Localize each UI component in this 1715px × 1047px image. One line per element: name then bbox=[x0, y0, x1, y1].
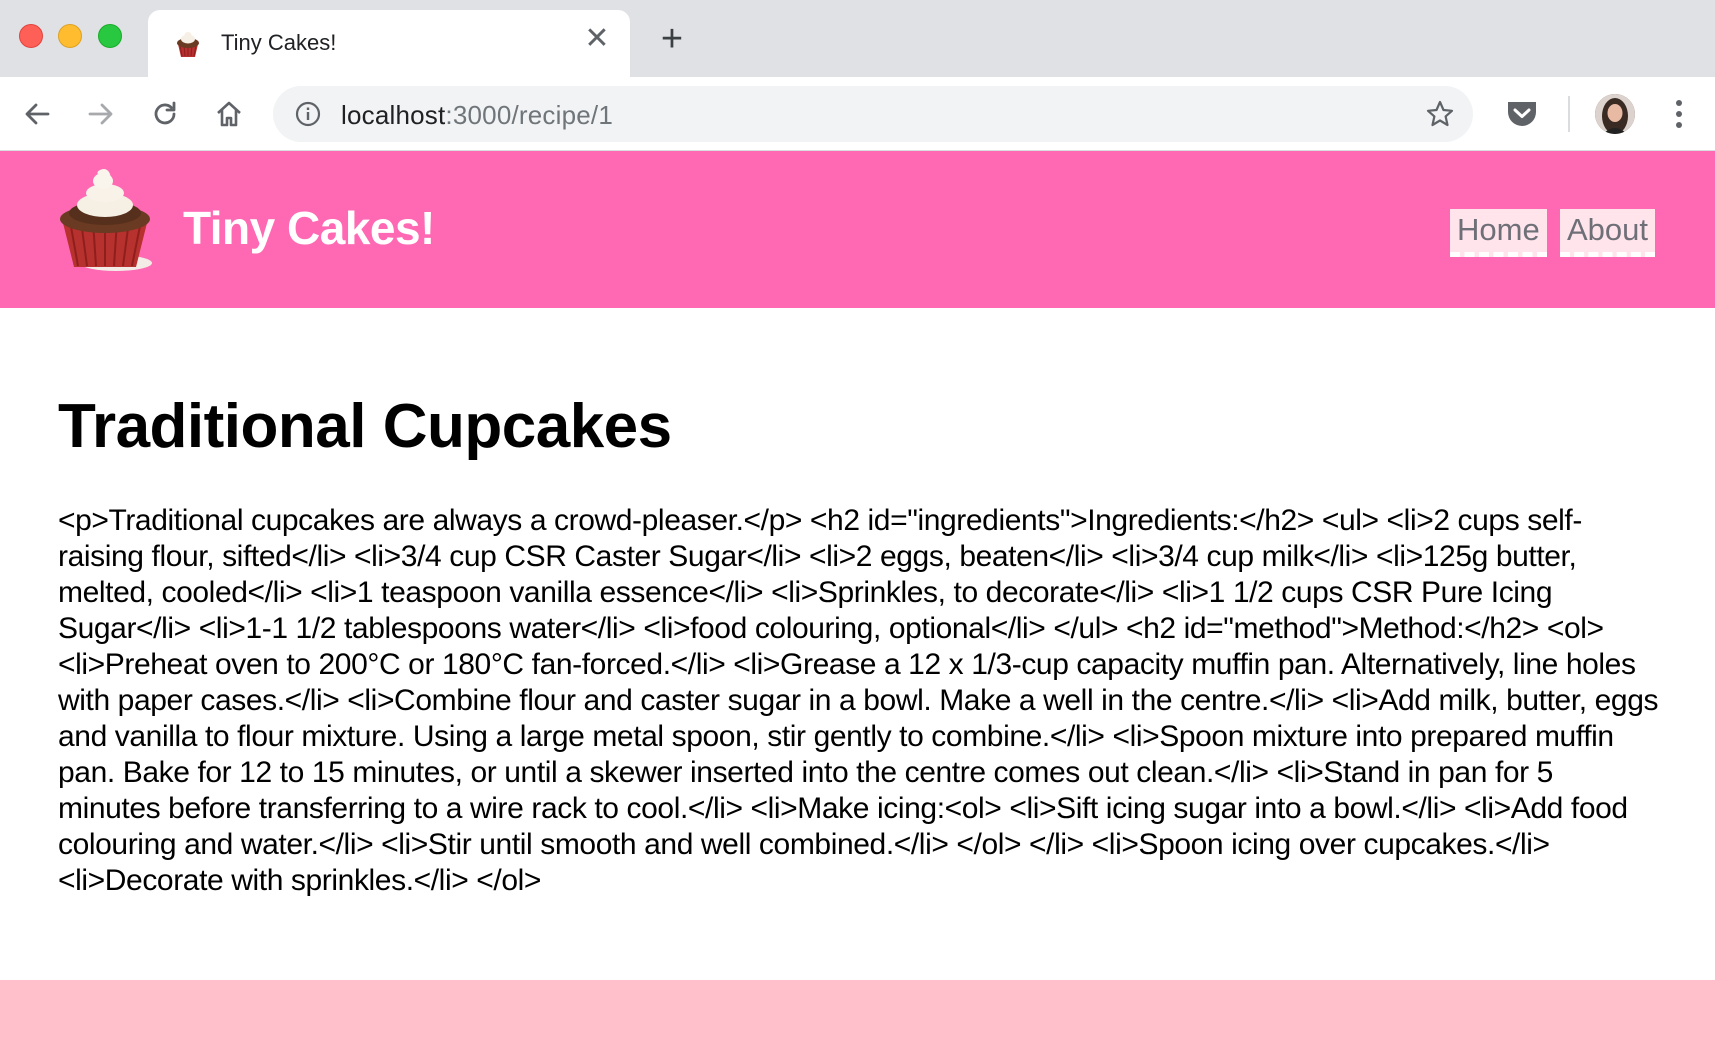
browser-tab[interactable]: Tiny Cakes! ✕ bbox=[148, 10, 630, 77]
address-bar[interactable]: localhost:3000/recipe/1 bbox=[273, 86, 1473, 142]
bookmark-star-icon[interactable] bbox=[1425, 99, 1455, 129]
home-icon bbox=[217, 101, 241, 127]
new-tab-button[interactable]: + bbox=[654, 20, 690, 58]
cupcake-favicon-icon bbox=[177, 32, 199, 57]
window-close-button[interactable] bbox=[19, 24, 43, 48]
url-host: localhost bbox=[341, 100, 446, 130]
tab-title: Tiny Cakes! bbox=[221, 30, 337, 55]
profile-photo-icon bbox=[1595, 94, 1635, 134]
site-title[interactable]: Tiny Cakes! bbox=[183, 201, 435, 255]
browser-toolbar: localhost:3000/recipe/1 bbox=[0, 77, 1715, 151]
reload-button[interactable] bbox=[145, 94, 185, 134]
info-icon[interactable] bbox=[295, 101, 321, 127]
recipe-content: Traditional Cupcakes <p>Traditional cupc… bbox=[58, 395, 1658, 899]
browser-tab-strip: Tiny Cakes! ✕ + bbox=[0, 0, 1715, 77]
toolbar-divider bbox=[1568, 96, 1570, 132]
window-zoom-button[interactable] bbox=[98, 24, 122, 48]
forward-button[interactable] bbox=[81, 94, 121, 134]
profile-avatar[interactable] bbox=[1595, 94, 1635, 134]
home-button[interactable] bbox=[209, 94, 249, 134]
site-header: Tiny Cakes! Home About bbox=[0, 151, 1715, 308]
url-text[interactable]: localhost:3000/recipe/1 bbox=[341, 100, 613, 131]
nav-home-link[interactable]: Home bbox=[1450, 209, 1547, 257]
pocket-icon[interactable] bbox=[1505, 97, 1539, 131]
nav-about-link[interactable]: About bbox=[1560, 209, 1656, 257]
arrow-right-icon bbox=[88, 103, 113, 125]
arrow-left-icon bbox=[25, 103, 50, 125]
site-footer bbox=[0, 980, 1715, 1047]
url-path: :3000/recipe/1 bbox=[445, 100, 614, 130]
reload-icon bbox=[154, 101, 176, 125]
kebab-menu-icon[interactable] bbox=[1664, 94, 1694, 134]
back-button[interactable] bbox=[17, 94, 57, 134]
tab-close-icon[interactable]: ✕ bbox=[582, 24, 612, 54]
recipe-title: Traditional Cupcakes bbox=[58, 392, 672, 461]
recipe-raw-html-body: <p>Traditional cupcakes are always a cro… bbox=[58, 504, 1659, 897]
cupcake-logo-icon[interactable] bbox=[56, 169, 156, 273]
window-minimize-button[interactable] bbox=[58, 24, 82, 48]
